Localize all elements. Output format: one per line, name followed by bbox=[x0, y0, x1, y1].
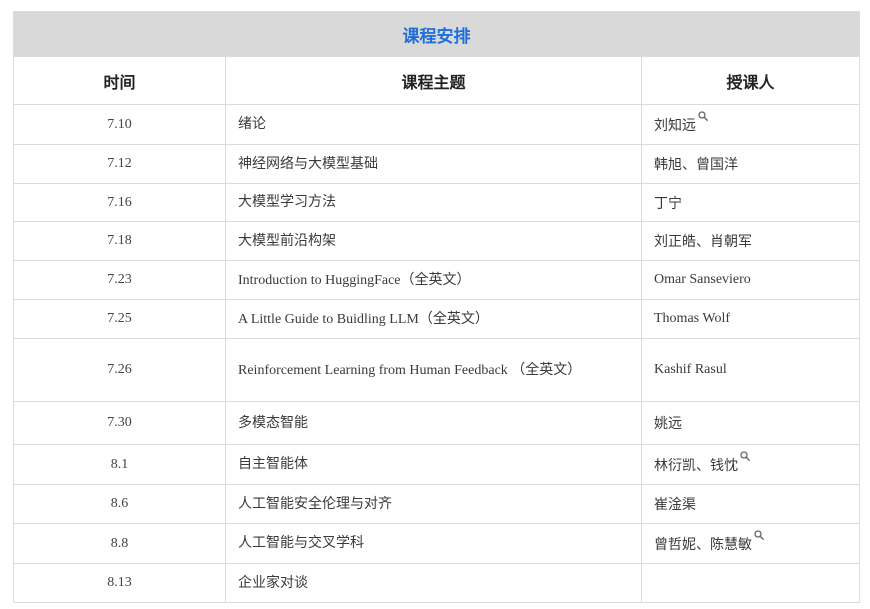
cell-date: 7.16 bbox=[13, 183, 226, 222]
table-row: 7.26 Reinforcement Learning from Human Fe… bbox=[13, 338, 861, 402]
cell-teacher: 姚远 bbox=[640, 401, 861, 445]
cell-topic: 神经网络与大模型基础 bbox=[225, 144, 642, 184]
cell-date: 8.8 bbox=[13, 523, 226, 564]
table-caption: 课程安排 bbox=[12, 11, 861, 57]
cell-topic: 人工智能与交叉学科 bbox=[225, 523, 642, 564]
cell-teacher: 曾哲妮、陈慧敏 bbox=[640, 523, 861, 564]
teacher-name: Omar Sanseviero bbox=[654, 272, 751, 287]
table-row: 7.10 绪论 刘知远 bbox=[13, 104, 861, 145]
cell-topic: 企业家对谈 bbox=[225, 563, 642, 603]
teacher-name: 林衍凯、钱忱 bbox=[654, 458, 738, 474]
table-row: 8.1 自主智能体 林衍凯、钱忱 bbox=[13, 444, 861, 485]
teacher-name: Kashif Rasul bbox=[654, 362, 727, 377]
cell-topic: A Little Guide to Buidling LLM（全英文） bbox=[225, 299, 642, 339]
search-icon[interactable] bbox=[754, 529, 764, 540]
table-row: 7.12 神经网络与大模型基础 韩旭、曾国洋 bbox=[13, 144, 861, 184]
cell-teacher: Kashif Rasul bbox=[640, 338, 861, 402]
table-row: 8.13 企业家对谈 bbox=[13, 563, 861, 603]
table-row: 7.25 A Little Guide to Buidling LLM（全英文） T… bbox=[13, 299, 861, 339]
table-row: 8.6 人工智能安全伦理与对齐 崔淦渠 bbox=[13, 484, 861, 524]
cell-date: 7.12 bbox=[13, 144, 226, 184]
cell-date: 7.23 bbox=[13, 260, 226, 300]
teacher-name: 曾哲妮、陈慧敏 bbox=[654, 537, 752, 553]
schedule-table: 课程安排 时间 课程主题 授课人 7.10 绪论 刘知远 7.12 神经网络与大模型基础… bbox=[12, 11, 861, 603]
cell-teacher: 韩旭、曾国洋 bbox=[640, 144, 861, 184]
teacher-name: 姚远 bbox=[654, 417, 682, 432]
cell-teacher: 刘知远 bbox=[640, 104, 861, 145]
table-row: 7.23 Introduction to HuggingFace（全英文） Omar… bbox=[13, 260, 861, 300]
cell-topic: 人工智能安全伦理与对齐 bbox=[225, 484, 642, 524]
table-row: 8.8 人工智能与交叉学科 曾哲妮、陈慧敏 bbox=[13, 523, 861, 564]
cell-teacher: Omar Sanseviero bbox=[640, 260, 861, 300]
teacher-name: 刘知远 bbox=[654, 118, 696, 134]
cell-date: 7.30 bbox=[13, 401, 226, 445]
teacher-name: 韩旭、曾国洋 bbox=[654, 158, 738, 173]
cell-date: 8.6 bbox=[13, 484, 226, 524]
teacher-name: Thomas Wolf bbox=[654, 311, 730, 326]
caption-row: 课程安排 bbox=[12, 11, 861, 57]
cell-topic: 大模型学习方法 bbox=[225, 183, 642, 222]
table-row: 7.18 大模型前沿构架 刘正皓、肖朝军 bbox=[13, 221, 861, 261]
header-row: 时间 课程主题 授课人 bbox=[13, 56, 861, 105]
header-teacher: 授课人 bbox=[640, 56, 861, 105]
cell-date: 8.13 bbox=[13, 563, 226, 603]
header-date: 时间 bbox=[13, 56, 226, 105]
cell-teacher: Thomas Wolf bbox=[640, 299, 861, 339]
cell-teacher: 崔淦渠 bbox=[640, 484, 861, 524]
teacher-name: 丁宁 bbox=[654, 196, 682, 212]
cell-date: 7.25 bbox=[13, 299, 226, 339]
header-topic: 课程主题 bbox=[225, 56, 642, 105]
cell-topic: 大模型前沿构架 bbox=[225, 221, 642, 261]
teacher-name: 刘正皓、肖朝军 bbox=[654, 235, 752, 250]
cell-teacher: 林衍凯、钱忱 bbox=[640, 444, 861, 485]
cell-topic: 绪论 bbox=[225, 104, 642, 145]
cell-topic: Reinforcement Learning from Human Feedba… bbox=[225, 338, 642, 402]
cell-date: 7.18 bbox=[13, 221, 226, 261]
table-row: 7.16 大模型学习方法 丁宁 bbox=[13, 183, 861, 222]
cell-topic: 多模态智能 bbox=[225, 401, 642, 445]
schedule-container: 课程安排 时间 课程主题 授课人 7.10 绪论 刘知远 7.12 神经网络与大模型基础… bbox=[12, 11, 861, 603]
table-body: 7.10 绪论 刘知远 7.12 神经网络与大模型基础 韩旭、曾国洋 7.16 大模型学习方法… bbox=[13, 104, 861, 603]
cell-date: 8.1 bbox=[13, 444, 226, 485]
cell-date: 7.10 bbox=[13, 104, 226, 145]
cell-date: 7.26 bbox=[13, 338, 226, 402]
teacher-name: 崔淦渠 bbox=[654, 498, 696, 513]
cell-teacher bbox=[640, 563, 861, 603]
cell-topic: 自主智能体 bbox=[225, 444, 642, 485]
search-icon[interactable] bbox=[698, 110, 708, 121]
cell-topic: Introduction to HuggingFace（全英文） bbox=[225, 260, 642, 300]
table-row: 7.30 多模态智能 姚远 bbox=[13, 401, 861, 445]
cell-teacher: 刘正皓、肖朝军 bbox=[640, 221, 861, 261]
cell-teacher: 丁宁 bbox=[640, 183, 861, 222]
search-icon[interactable] bbox=[740, 450, 750, 461]
